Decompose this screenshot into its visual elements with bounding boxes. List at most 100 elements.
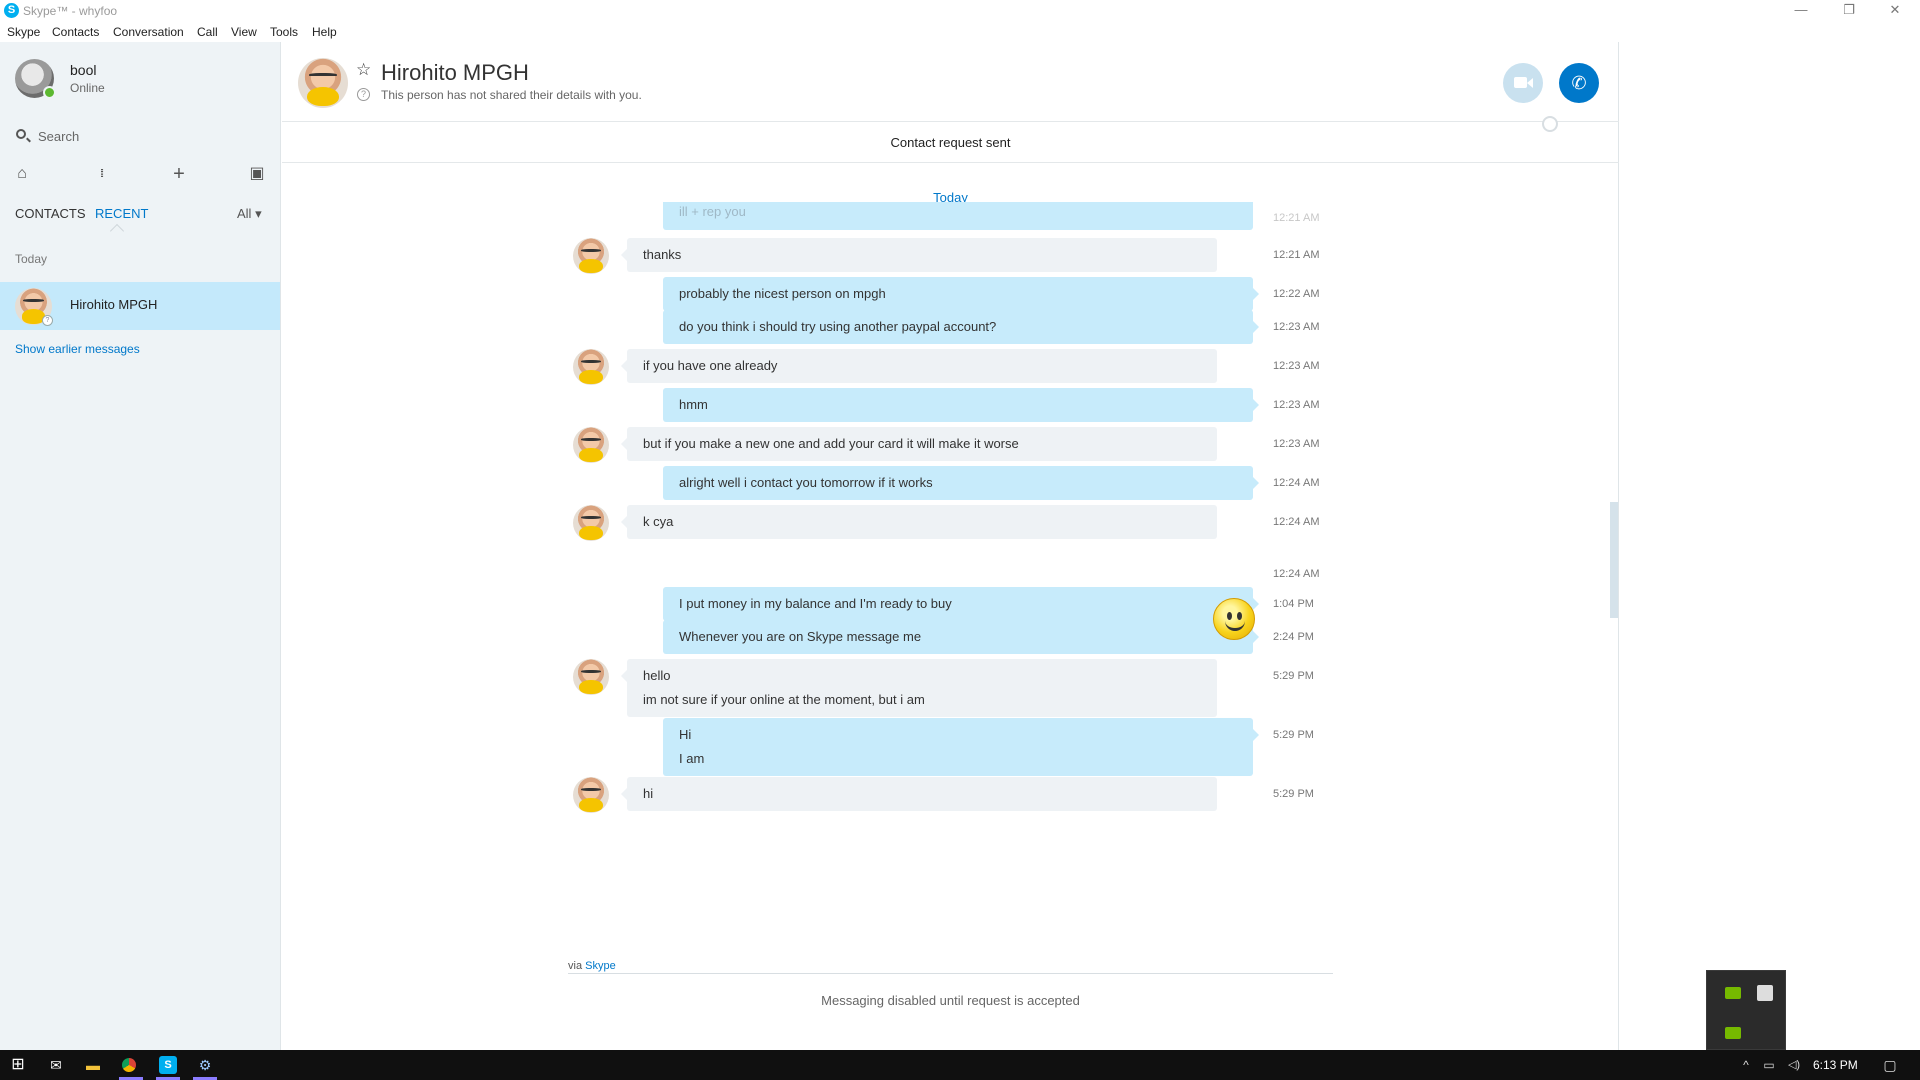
windows-start-icon[interactable]: ⊞: [9, 1056, 27, 1074]
screenshot-tray-icon[interactable]: [1757, 985, 1773, 1001]
dialpad-icon[interactable]: ⁞⁞: [89, 162, 113, 186]
message-text: I am: [679, 751, 705, 766]
online-status-icon: [43, 86, 56, 99]
skype-logo-icon: S: [4, 3, 19, 18]
message-avatar[interactable]: [573, 238, 609, 274]
message-bubble[interactable]: hello im not sure if your online at the m…: [621, 659, 1217, 717]
search-icon: [16, 129, 26, 139]
show-hidden-icons[interactable]: ^: [1737, 1056, 1755, 1074]
filter-label: All: [237, 206, 252, 221]
add-icon[interactable]: +: [167, 162, 191, 186]
message-time: 5:29 PM: [1273, 788, 1314, 800]
message-bubble[interactable]: Hi I am: [663, 718, 1259, 776]
message-bubble[interactable]: hi: [621, 777, 1217, 811]
message-text: Hi: [679, 727, 692, 742]
message-text: do you think i should try using another …: [679, 319, 997, 334]
footer-divider: [568, 973, 1333, 974]
sidebar-toolbar: ⌂ ⁞⁞ + ▣: [0, 160, 280, 188]
message-bubble[interactable]: do you think i should try using another …: [663, 310, 1259, 344]
menu-help[interactable]: Help: [312, 25, 337, 39]
contact-header-avatar[interactable]: [298, 58, 348, 108]
message-bubble[interactable]: if you have one already: [621, 349, 1217, 383]
conversation-header: ☆ Hirohito MPGH ? This person has not sh…: [282, 42, 1619, 122]
skype-taskbar-icon[interactable]: S: [159, 1056, 177, 1074]
restore-button[interactable]: ❐: [1826, 0, 1872, 22]
message-avatar[interactable]: [573, 659, 609, 695]
message-list: Today ill + rep you 12:21 AM thanks 12:21…: [282, 182, 1619, 962]
message-time: 12:21 AM: [1273, 249, 1320, 261]
message-text: hello: [643, 668, 671, 683]
message-avatar[interactable]: [573, 349, 609, 385]
taskbar-clock[interactable]: 6:13 PM: [1813, 1058, 1858, 1072]
user-status[interactable]: Online: [70, 81, 105, 95]
chevron-down-icon: ▾: [255, 206, 262, 221]
contact-details-note: This person has not shared their details…: [381, 88, 642, 102]
message-bubble[interactable]: probably the nicest person on mpgh: [663, 277, 1259, 311]
message-text: im not sure if your online at the moment…: [643, 692, 925, 707]
message-avatar[interactable]: [573, 505, 609, 541]
message-text: alright well i contact you tomorrow if i…: [679, 475, 933, 490]
message-time: 12:24 AM: [1273, 477, 1320, 489]
message-avatar[interactable]: [573, 427, 609, 463]
message-text: k cya: [643, 514, 674, 529]
app-tray-icon[interactable]: [1725, 1027, 1741, 1039]
message-bubble[interactable]: alright well i contact you tomorrow if i…: [663, 466, 1259, 500]
message-time: 2:24 PM: [1273, 631, 1314, 643]
minimize-button[interactable]: —: [1778, 0, 1824, 22]
tab-recent[interactable]: RECENT: [95, 206, 148, 221]
info-icon: ?: [357, 88, 370, 101]
contact-card-icon[interactable]: ▣: [245, 162, 269, 186]
message-time: 12:24 AM: [1273, 568, 1320, 580]
menu-contacts[interactable]: Contacts: [52, 25, 99, 39]
contact-name[interactable]: Hirohito MPGH: [381, 60, 529, 86]
home-icon[interactable]: ⌂: [10, 162, 34, 186]
tab-contacts[interactable]: CONTACTS: [15, 206, 86, 221]
pending-status-icon: ?: [42, 315, 53, 326]
steam-icon[interactable]: ⚙: [196, 1056, 214, 1074]
message-bubble[interactable]: but if you make a new one and add your c…: [621, 427, 1217, 461]
message-time: 12:23 AM: [1273, 399, 1320, 411]
message-bubble[interactable]: I put money in my balance and I'm ready …: [663, 587, 1259, 621]
menu-view[interactable]: View: [231, 25, 257, 39]
menu-skype[interactable]: Skype: [7, 25, 40, 39]
smiley-emoticon-icon: [1213, 598, 1255, 640]
file-explorer-icon[interactable]: ▬: [84, 1056, 102, 1074]
recent-section-header: Today: [15, 252, 48, 266]
nvidia-tray-icon[interactable]: [1725, 987, 1741, 999]
message-bubble[interactable]: thanks: [621, 238, 1217, 272]
video-call-button[interactable]: [1503, 63, 1543, 103]
scrollbar-thumb[interactable]: [1610, 502, 1618, 618]
via-label: via Skype: [568, 960, 616, 972]
message-bubble[interactable]: k cya: [621, 505, 1217, 539]
title-bar: S Skype™ - whyfoo — ❐ ✕: [0, 0, 1920, 22]
menu-conversation[interactable]: Conversation: [113, 25, 184, 39]
message-text: hi: [643, 786, 654, 801]
search-input[interactable]: [38, 124, 268, 148]
message-bubble[interactable]: Whenever you are on Skype message me: [663, 620, 1259, 654]
filter-dropdown[interactable]: All ▾: [237, 206, 262, 222]
action-center-icon[interactable]: ▢: [1881, 1056, 1899, 1074]
mail-icon[interactable]: ✉: [47, 1056, 65, 1074]
user-name[interactable]: bool: [70, 62, 96, 78]
message-text: probably the nicest person on mpgh: [679, 286, 886, 301]
window-title: Skype™ - whyfoo: [23, 4, 118, 18]
search-box[interactable]: [0, 120, 280, 152]
audio-call-button[interactable]: ✆: [1559, 63, 1599, 103]
menu-tools[interactable]: Tools: [270, 25, 298, 39]
favorite-star-icon[interactable]: ☆: [356, 60, 371, 80]
volume-icon[interactable]: ◁): [1783, 1056, 1805, 1074]
menu-call[interactable]: Call: [197, 25, 218, 39]
network-icon[interactable]: ▭: [1760, 1056, 1778, 1074]
recent-item-hirohito[interactable]: ? Hirohito MPGH: [0, 282, 280, 330]
taskbar: ⊞ ✉ ▬ S ⚙ ^ ▭ ◁) 6:13 PM ▢: [0, 1050, 1920, 1080]
show-earlier-messages-link[interactable]: Show earlier messages: [15, 342, 140, 356]
chrome-icon[interactable]: [122, 1058, 136, 1072]
message-bubble[interactable]: hmm: [663, 388, 1259, 422]
message-avatar[interactable]: [573, 777, 609, 813]
via-skype-link[interactable]: Skype: [585, 960, 616, 972]
close-button[interactable]: ✕: [1872, 0, 1918, 22]
contact-request-banner: Contact request sent: [282, 123, 1619, 163]
messaging-disabled-note: Messaging disabled until request is acce…: [821, 993, 1080, 1008]
message-bubble[interactable]: ill + rep you: [663, 202, 1253, 230]
message-text: if you have one already: [643, 358, 778, 373]
